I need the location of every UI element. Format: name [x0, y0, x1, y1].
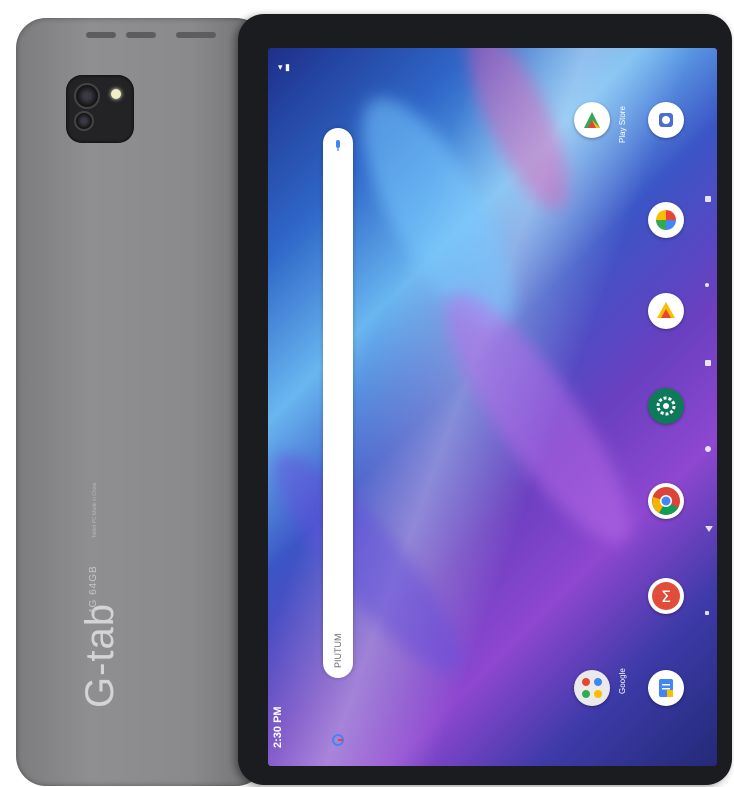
nav-indicator — [705, 446, 711, 452]
status-bar-icons: ▾ ▮ — [278, 62, 290, 72]
drive-app-icon[interactable] — [648, 293, 684, 329]
brand-logo: G-tab — [78, 602, 122, 708]
google-search-bar[interactable]: PIUTUM — [323, 128, 353, 746]
settings-app-icon[interactable] — [648, 388, 684, 424]
tablet-back: G-tab 4G 64GB Tablet PC Made in China — [16, 18, 266, 786]
home-screen: ▾ ▮ 2:30 PM PIUTUM Play Store Σ Google — [268, 48, 717, 766]
svg-text:Σ: Σ — [661, 587, 671, 606]
microphone-icon[interactable] — [334, 140, 342, 152]
camera-lens-icon — [74, 111, 94, 131]
nav-indicator — [705, 283, 709, 287]
nav-indicator — [705, 611, 709, 615]
volume-button — [86, 32, 116, 38]
photos-app-icon[interactable] — [648, 202, 684, 238]
nav-indicator — [705, 196, 711, 202]
google-folder-icon[interactable] — [574, 670, 610, 706]
nav-back-icon[interactable] — [705, 526, 713, 532]
rear-camera-module — [66, 75, 134, 143]
spec-text: 4G 64GB — [88, 565, 99, 614]
product-photo: G-tab 4G 64GB Tablet PC Made in China ▾ … — [0, 0, 734, 787]
chrome-app-icon[interactable] — [648, 483, 684, 519]
play-store-label: Play Store — [618, 106, 627, 143]
google-icon — [332, 734, 344, 746]
nav-indicator — [705, 360, 711, 366]
camera-lens-icon — [74, 83, 100, 109]
search-placeholder: PIUTUM — [333, 633, 343, 669]
google-folder-label: Google — [618, 668, 627, 694]
calculator-app-icon[interactable]: Σ — [648, 578, 684, 614]
play-store-app-icon[interactable] — [574, 102, 610, 138]
docs-app-icon[interactable] — [648, 670, 684, 706]
status-clock: 2:30 PM — [272, 706, 284, 748]
camera-app-icon[interactable] — [648, 102, 684, 138]
flash-icon — [111, 89, 121, 99]
volume-button — [126, 32, 156, 38]
fine-print: Tablet PC Made in China — [92, 482, 98, 538]
power-button — [176, 32, 216, 38]
